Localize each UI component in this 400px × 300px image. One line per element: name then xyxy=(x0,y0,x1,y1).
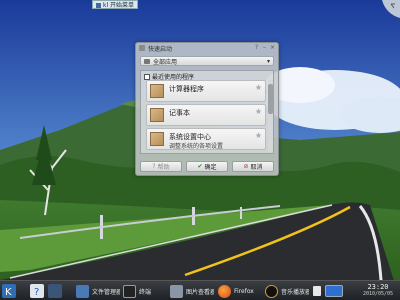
group-checkbox[interactable] xyxy=(144,73,150,80)
scrollbar-thumb[interactable] xyxy=(268,84,273,114)
desktop-corner-tag[interactable]: kl 开始菜单 xyxy=(92,0,139,9)
dialog-title: 快速启动 xyxy=(148,45,173,53)
help-icon: ? xyxy=(152,163,156,170)
cancel-button[interactable]: ⊘ 取消 xyxy=(232,161,274,172)
task-music-player[interactable]: 音乐播放器 xyxy=(265,283,309,299)
task-label: 文件管理器 xyxy=(92,288,120,296)
star-icon[interactable]: ★ xyxy=(255,107,262,116)
clock[interactable]: 23:20 2010/05/05 xyxy=(358,283,398,299)
quick-launch-dialog: 快速启动 ? – × 全部应用 ▾ 最近使用的程序 计算器程序 ★ 记事本 ★ … xyxy=(135,42,279,176)
terminal-icon xyxy=(123,284,136,298)
cancel-icon: ⊘ xyxy=(243,163,249,170)
category-combobox[interactable]: 全部应用 ▾ xyxy=(140,56,274,66)
ok-button[interactable]: ✔ 确定 xyxy=(186,161,228,172)
music-icon xyxy=(265,284,278,298)
help-button-label: 帮助 xyxy=(157,164,170,171)
list-item-title: 记事本 xyxy=(169,109,190,117)
help-center-icon[interactable]: ? xyxy=(30,284,44,298)
dialog-titlebar[interactable]: 快速启动 ? – × xyxy=(136,43,278,53)
star-icon[interactable]: ★ xyxy=(255,131,262,140)
svg-text:K: K xyxy=(5,287,12,298)
list-item-title: 计算器程序 xyxy=(169,85,204,93)
program-icon xyxy=(150,84,164,98)
ok-button-label: 确定 xyxy=(204,164,217,171)
list-item[interactable]: 记事本 ★ xyxy=(146,104,266,126)
task-firefox[interactable]: Firefox xyxy=(218,283,262,299)
help-icon[interactable]: ? xyxy=(254,45,259,51)
program-icon xyxy=(150,108,164,122)
list-item[interactable]: 计算器程序 ★ xyxy=(146,80,266,102)
taskbar: K ? 文件管理器 终端 图片查看器 Firefox 音乐播放器 23:20 2… xyxy=(0,280,400,300)
start-menu-icon[interactable]: K xyxy=(2,284,16,298)
recent-programs-group: 最近使用的程序 计算器程序 ★ 记事本 ★ 系统设置中心 调整系统的各项设置 ★ xyxy=(140,70,274,154)
star-icon[interactable]: ★ xyxy=(255,83,262,92)
task-terminal[interactable]: 终端 xyxy=(123,283,165,299)
svg-text:?: ? xyxy=(34,287,39,298)
clock-time: 23:20 xyxy=(367,283,389,291)
folder-icon xyxy=(144,58,150,64)
task-label: 音乐播放器 xyxy=(281,288,309,296)
clipboard-icon[interactable] xyxy=(313,286,321,296)
firefox-icon xyxy=(218,284,231,298)
category-combobox-value: 全部应用 xyxy=(153,58,178,66)
clock-date: 2010/05/05 xyxy=(362,291,394,297)
menu-icon xyxy=(96,3,101,8)
home-folder-icon[interactable] xyxy=(48,284,62,298)
list-scrollbar[interactable] xyxy=(268,80,273,152)
desktop-corner-tag-label: kl 开始菜单 xyxy=(103,2,135,9)
list-item-subtitle: 调整系统的各项设置 xyxy=(169,143,224,150)
close-icon[interactable]: × xyxy=(270,45,275,51)
task-file-manager[interactable]: 文件管理器 xyxy=(76,283,120,299)
task-label: Firefox xyxy=(234,287,254,295)
help-button[interactable]: ? 帮助 xyxy=(140,161,182,172)
desktop-corner-button[interactable] xyxy=(382,0,400,18)
task-image-viewer[interactable]: 图片查看器 xyxy=(170,283,214,299)
minimize-icon[interactable]: – xyxy=(262,45,267,51)
list-item[interactable]: 系统设置中心 调整系统的各项设置 ★ xyxy=(146,128,266,150)
check-icon: ✔ xyxy=(197,163,203,170)
task-label: 图片查看器 xyxy=(186,288,214,296)
program-icon xyxy=(150,132,164,146)
task-label: 终端 xyxy=(139,288,152,296)
folder-icon xyxy=(76,284,89,298)
chevron-down-icon: ▾ xyxy=(266,58,270,65)
network-monitor-icon[interactable] xyxy=(325,285,343,297)
cancel-button-label: 取消 xyxy=(250,164,263,171)
image-icon xyxy=(170,284,183,298)
app-icon xyxy=(139,45,145,51)
